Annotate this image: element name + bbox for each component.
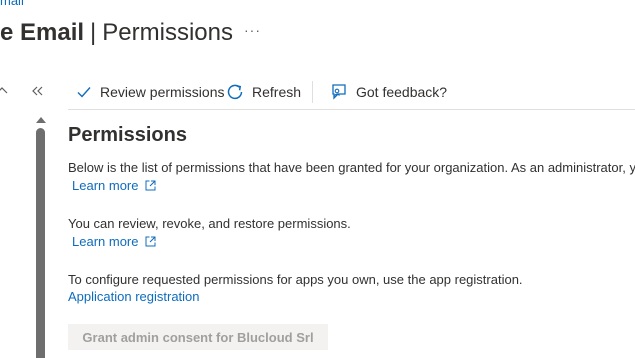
breadcrumb-link[interactable]: mail: [0, 0, 24, 8]
refresh-label: Refresh: [252, 84, 302, 100]
intro-text: Below is the list of permissions that ha…: [68, 160, 635, 175]
refresh-icon: [227, 84, 243, 100]
review-permissions-button[interactable]: Review permissions: [76, 80, 224, 104]
configure-text: To configure requested permissions for a…: [68, 272, 523, 287]
refresh-button[interactable]: Refresh: [226, 80, 301, 104]
learn-more-label: Learn more: [72, 234, 139, 249]
command-bar: Review permissions Refresh Got feedback?: [68, 76, 635, 110]
chevron-icon[interactable]: [0, 84, 8, 98]
page-title: e Email | Permissions: [0, 18, 233, 48]
breadcrumb[interactable]: mail: [0, 0, 24, 8]
feedback-label: Got feedback?: [356, 84, 448, 100]
scroll-up-arrow-icon[interactable]: [35, 116, 47, 124]
checkmark-icon: [77, 87, 91, 98]
more-options-button[interactable]: ···: [244, 22, 261, 38]
review-text: You can review, revoke, and restore perm…: [68, 216, 351, 231]
review-permissions-label: Review permissions: [100, 84, 225, 100]
page-title-separator: |: [90, 19, 97, 46]
permissions-content: Permissions Below is the list of permiss…: [68, 122, 635, 350]
application-registration-link[interactable]: Application registration: [68, 288, 200, 305]
section-heading: Permissions: [68, 124, 187, 146]
double-chevron-left-icon[interactable]: [30, 84, 44, 98]
feedback-icon: [332, 84, 346, 100]
feedback-button[interactable]: Got feedback?: [330, 80, 447, 104]
learn-more-link-1[interactable]: Learn more: [72, 177, 156, 194]
permissions-page: mail e Email | Permissions ··· Review perm…: [0, 0, 635, 358]
page-title-section: Permissions: [102, 19, 233, 46]
external-link-icon: [145, 180, 156, 191]
learn-more-label: Learn more: [72, 178, 139, 193]
learn-more-link-2[interactable]: Learn more: [72, 233, 156, 250]
page-title-app: e Email: [0, 19, 85, 46]
toolbar-divider: [312, 81, 313, 103]
sidebar-scrollbar-thumb[interactable]: [36, 128, 45, 358]
grant-admin-consent-button[interactable]: Grant admin consent for Blucloud Srl: [68, 324, 328, 350]
external-link-icon: [145, 236, 156, 247]
